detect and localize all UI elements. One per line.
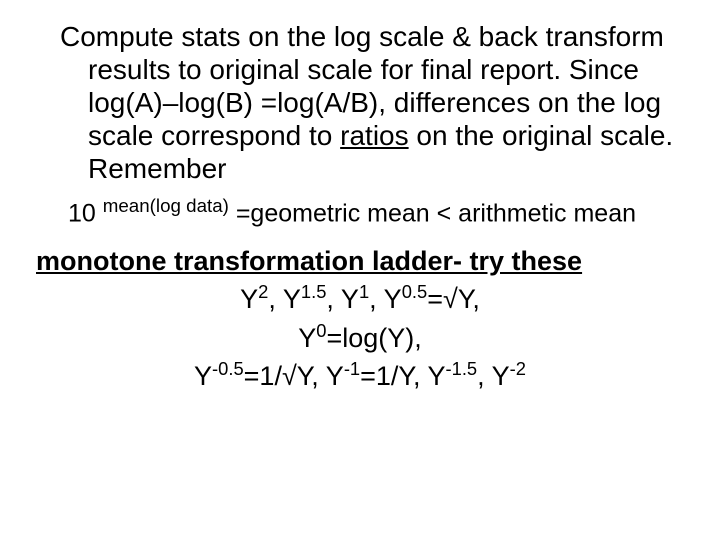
l3-a: Y [194, 361, 212, 391]
l1-b: , Y [268, 284, 301, 314]
formula-base: 10 [68, 199, 103, 227]
geometric-mean-formula: 10 mean(log data) =geometric mean < arit… [36, 195, 684, 228]
formula-rest: =geometric mean < arithmetic mean [229, 199, 636, 227]
l1-e: =√Y, [427, 284, 480, 314]
slide: Compute stats on the log scale & back tr… [0, 0, 720, 540]
l3-c: =1/Y, [360, 361, 420, 391]
ladder-line-3: Y-0.5=1/√Y, Y-1=1/Y, Y-1.5, Y-2 [36, 358, 684, 394]
l2-b: =log(Y), [326, 323, 421, 353]
intro-paragraph: Compute stats on the log scale & back tr… [36, 20, 684, 185]
l3-exp-neg-1-5: -1.5 [446, 358, 478, 379]
ladder-line-1: Y2, Y1.5, Y1, Y0.5=√Y, [36, 281, 684, 317]
ladder-line-2: Y0=log(Y), [36, 320, 684, 356]
l1-d: , Y [369, 284, 402, 314]
l2-a: Y [298, 323, 316, 353]
l1-exp-1-5: 1.5 [301, 281, 327, 302]
l1-a: Y [240, 284, 258, 314]
l3-exp-neg-1: -1 [344, 358, 360, 379]
l3-b: =1/√Y, Y [244, 361, 344, 391]
l1-c: , Y [326, 284, 359, 314]
l1-exp-0-5: 0.5 [402, 281, 428, 302]
l2-exp-0: 0 [316, 320, 326, 341]
l1-exp-1: 1 [359, 281, 369, 302]
ladder-heading: monotone transformation ladder- try thes… [36, 246, 684, 277]
l3-cgap: Y [420, 361, 445, 391]
formula-exponent: mean(log data) [103, 195, 229, 216]
l3-d: , Y [477, 361, 510, 391]
l3-exp-neg-2: -2 [510, 358, 526, 379]
l3-exp-neg-0-5: -0.5 [212, 358, 244, 379]
ratios-word: ratios [340, 120, 408, 151]
l1-exp-2: 2 [258, 281, 268, 302]
